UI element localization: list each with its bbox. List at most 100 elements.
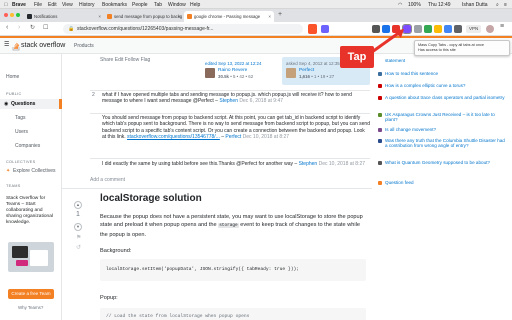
wifi-icon[interactable]: ◠	[398, 2, 402, 8]
teams-promo: Stack Overflow for Teams – Start collabo…	[6, 196, 53, 225]
comment-divider	[90, 158, 370, 159]
rep-value: 1,616	[299, 74, 310, 79]
edited-timestamp[interactable]: edited Sep 13, 2022 at 12:24	[205, 60, 261, 67]
question-link[interactable]: statement	[378, 58, 508, 63]
comment-user[interactable]: Perfect	[225, 134, 241, 140]
comment-link[interactable]: stackoverflow.com/questions/13546778/...	[127, 134, 220, 140]
flag-link[interactable]: Flag	[141, 57, 151, 63]
list-item[interactable]: A question about trace class operators a…	[378, 95, 508, 100]
control-center-icon[interactable]: ≡	[504, 2, 507, 8]
nav-companies[interactable]: Companies	[15, 143, 40, 149]
user-name[interactable]: Ishan Dutta	[462, 2, 488, 8]
philosophy-icon	[378, 127, 382, 132]
comment-user[interactable]: Stephen	[219, 98, 238, 104]
new-tab-button[interactable]: +	[278, 11, 282, 18]
so-logo-text[interactable]: stack overflow	[21, 42, 65, 49]
extension-icon[interactable]	[434, 25, 442, 33]
close-tab-icon[interactable]: ×	[178, 14, 181, 19]
products-menu[interactable]: Products	[74, 43, 94, 49]
extension-icon[interactable]	[424, 25, 432, 33]
menu-edit[interactable]: Edit	[48, 2, 57, 8]
menu-help[interactable]: Help	[190, 2, 200, 8]
math-icon	[378, 83, 382, 88]
question-link[interactable]: Was there any truth that the Columbia Sh…	[378, 138, 508, 149]
share-link[interactable]: Share	[100, 57, 113, 63]
badge-counts: • 5 • 42 • 62	[230, 74, 254, 79]
list-item[interactable]: Question feed	[378, 180, 508, 185]
question-link[interactable]: Is all change movement?	[378, 127, 508, 132]
profile-avatar[interactable]	[486, 25, 494, 33]
nav-teams-header: TEAMS	[6, 184, 21, 188]
apple-icon[interactable]: 	[4, 2, 8, 8]
question-feed-link[interactable]: Question feed	[378, 180, 508, 185]
vpn-button[interactable]: VPN	[466, 25, 482, 33]
edit-link[interactable]: Edit	[115, 57, 124, 63]
minimize-window-button[interactable]	[10, 13, 14, 17]
brave-shields-icon[interactable]	[308, 24, 317, 34]
nav-explore-collectives[interactable]: Explore Collectives	[13, 168, 56, 174]
question-link[interactable]: A question about trace class operators a…	[378, 95, 508, 100]
list-item[interactable]: How is a complex elliptic curve a torus?	[378, 83, 508, 88]
avatar[interactable]	[205, 68, 215, 78]
question-link[interactable]: How to read this sentence	[378, 71, 508, 76]
close-tab-icon[interactable]: ×	[98, 14, 101, 19]
tab-notifications[interactable]: Notifications ×	[24, 11, 104, 22]
list-item[interactable]: Is all change movement?	[378, 127, 508, 132]
maximize-window-button[interactable]	[16, 13, 20, 17]
forward-button[interactable]: ›	[18, 24, 20, 31]
list-item[interactable]: UK Asparagus Crowns Just Received – is i…	[378, 112, 508, 123]
clock[interactable]: Thu 12:49	[428, 2, 451, 8]
add-comment-link[interactable]: Add a comment	[90, 177, 125, 184]
question-link[interactable]: UK Asparagus Crowns Just Received – is i…	[378, 112, 508, 123]
extension-icon[interactable]	[414, 25, 422, 33]
nav-users[interactable]: Users	[15, 129, 28, 135]
app-name[interactable]: Brave	[12, 2, 26, 8]
menu-tab[interactable]: Tab	[154, 2, 162, 8]
battery-status[interactable]: 100%	[408, 2, 421, 8]
comment-user[interactable]: Stephen	[299, 161, 318, 167]
list-item[interactable]: statement	[378, 58, 508, 63]
create-team-button[interactable]: Create a free Team	[8, 289, 54, 299]
back-button[interactable]: ‹	[6, 24, 8, 31]
brave-rewards-icon[interactable]	[321, 25, 329, 33]
close-tab-icon[interactable]: ×	[268, 14, 271, 19]
follow-link[interactable]: Follow	[125, 57, 139, 63]
menu-view[interactable]: View	[62, 2, 73, 8]
address-bar[interactable]: 🔒 stackoverflow.com/questions/12265403/p…	[63, 24, 303, 34]
code-text: localStorage.setItem('popupData', JSON.s…	[106, 267, 299, 272]
bookmark-icon[interactable]: ⚑	[76, 235, 81, 242]
menu-bookmarks[interactable]: Bookmarks	[102, 2, 127, 8]
close-window-button[interactable]	[4, 13, 8, 17]
menu-icon[interactable]: ≡	[500, 23, 504, 30]
avatar[interactable]	[286, 68, 296, 78]
tab-send-message[interactable]: send message from popup to backg ×	[104, 11, 184, 22]
list-item[interactable]: Was there any truth that the Columbia Sh…	[378, 138, 508, 149]
bookmark-icon[interactable]: ☐	[43, 24, 48, 31]
menu-window[interactable]: Window	[168, 2, 186, 8]
tab-passing-message[interactable]: google chrome - Passing message ×	[184, 11, 274, 22]
nav-questions[interactable]: ◉ Questions	[0, 99, 62, 109]
why-teams-link[interactable]: Why Teams?	[18, 305, 43, 310]
answer-heading: localStorage solution	[100, 193, 202, 204]
hamburger-icon[interactable]: ☰	[4, 41, 9, 48]
rep-value: 30.5k	[218, 74, 229, 79]
menu-history[interactable]: History	[79, 2, 95, 8]
globe-icon: ◉	[4, 101, 9, 107]
search-icon[interactable]: ⌕	[496, 2, 499, 8]
question-link[interactable]: How is a complex elliptic curve a torus?	[378, 83, 508, 88]
list-item[interactable]: What is Quantum Geometry supposed to be …	[378, 160, 508, 165]
window-illustration	[30, 250, 48, 266]
menu-file[interactable]: File	[34, 2, 42, 8]
list-item[interactable]: How to read this sentence	[378, 71, 508, 76]
reload-button[interactable]: ↻	[30, 24, 35, 31]
menu-people[interactable]: People	[132, 2, 148, 8]
extension-icon[interactable]	[454, 25, 462, 33]
upvote-button[interactable]: ▲	[74, 201, 82, 209]
background-label: Background:	[100, 248, 132, 254]
extension-icon[interactable]	[444, 25, 452, 33]
question-link[interactable]: What is Quantum Geometry supposed to be …	[378, 160, 508, 165]
nav-home[interactable]: Home	[6, 74, 19, 80]
downvote-button[interactable]: ▼	[74, 223, 82, 231]
nav-tags[interactable]: Tags	[15, 115, 26, 121]
history-icon[interactable]: ↺	[76, 245, 81, 252]
